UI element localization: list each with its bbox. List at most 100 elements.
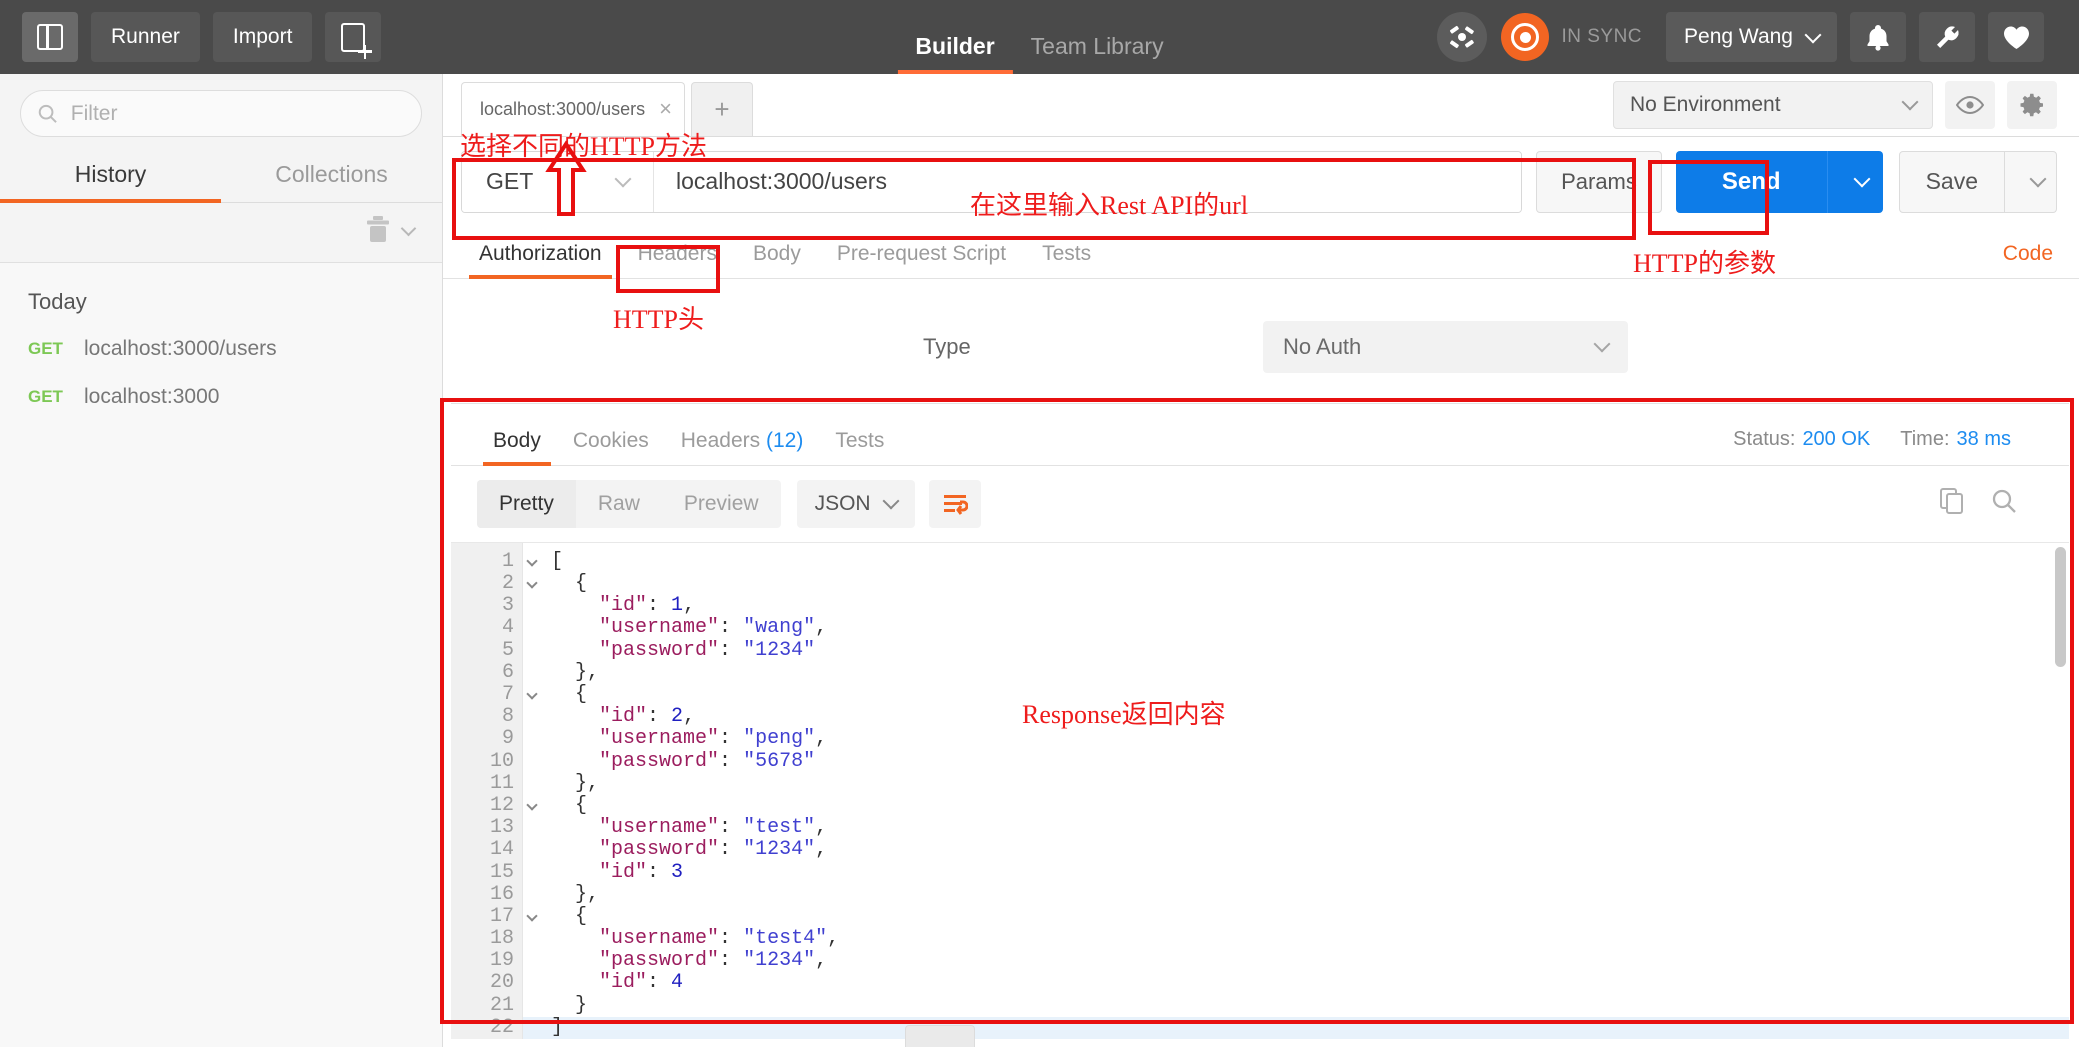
auth-type-value: No Auth [1283,333,1362,359]
scrollbar-thumb[interactable] [2055,546,2066,667]
tab-tests[interactable]: Tests [1024,242,1109,278]
line-number: 3 [501,594,514,618]
import-button[interactable]: Import [212,12,313,62]
response-code-lines: [ { "id": 1, "username": "wang", "passwo… [523,543,2069,1039]
close-icon[interactable]: × [645,96,672,122]
code-line: { [551,904,588,928]
code-line: "password": "1234", [599,949,828,973]
save-options-button[interactable] [2005,150,2057,213]
request-tab[interactable]: localhost:3000/users × [461,82,685,136]
code-line: [ [551,549,564,573]
satellite-icon[interactable] [1437,12,1488,62]
code-link[interactable]: Code [2003,242,2053,278]
copy-icon[interactable] [1939,487,1965,520]
sidebar-tabs: History Collections [0,149,442,203]
line-number: 9 [501,727,514,751]
trash-icon[interactable] [365,215,391,248]
code-line: "password": "1234" [599,638,816,662]
environment-select[interactable]: No Environment [1613,80,1933,129]
sidebar: History Collections Today GET localhost:… [0,74,443,1047]
line-number: 16 [489,882,514,906]
bottom-panel-tab[interactable] [905,1025,975,1047]
search-icon [38,104,57,123]
response-toolbar-right [1939,487,2043,520]
top-bar: Runner Import Builder Team Library IN SY… [0,0,2079,74]
list-item[interactable]: GET localhost:3000/users [0,325,442,373]
chevron-down-icon [882,492,900,510]
tab-headers[interactable]: Headers [620,242,735,278]
response-tab-tests[interactable]: Tests [819,429,900,465]
url-row: GET Params Send Save [443,137,2079,227]
search-icon[interactable] [1991,488,2017,519]
environment-area: No Environment [1591,74,2079,136]
history-day-label: Today [28,289,87,314]
auth-type-select[interactable]: No Auth [1263,320,1628,373]
chevron-down-icon[interactable] [400,220,417,237]
code-line: "id": 4 [599,971,684,995]
notifications-button[interactable] [1850,12,1906,62]
params-button[interactable]: Params [1536,150,1662,213]
workspace-tabs: Builder Team Library [897,0,1181,74]
code-line: { [551,572,588,596]
response-tab-body[interactable]: Body [477,429,557,466]
chevron-down-icon [1853,170,1871,188]
tab-team-library[interactable]: Team Library [1013,33,1182,74]
response-format-select[interactable]: JSON [796,479,915,528]
new-request-button[interactable] [325,12,382,62]
sidebar-tab-history[interactable]: History [0,149,221,203]
send-button[interactable]: Send [1675,150,1827,213]
history-method: GET [28,339,63,358]
filter-box[interactable] [20,90,422,137]
code-line: "id": 2, [599,705,696,729]
response-view-mode-group: Pretty Raw Preview [477,479,781,528]
sync-status-label: IN SYNC [1561,26,1643,47]
line-number: 15 [489,860,514,884]
environment-settings-button[interactable] [2007,80,2057,129]
settings-wrench-button[interactable] [1919,12,1975,62]
user-menu-button[interactable]: Peng Wang [1666,12,1837,62]
view-mode-preview[interactable]: Preview [662,480,781,528]
code-line: "username": "wang", [599,616,828,640]
response-tab-cookies[interactable]: Cookies [557,429,665,465]
line-number: 5 [501,638,514,662]
send-options-button[interactable] [1826,150,1883,213]
new-document-icon [341,22,373,59]
sidebar-toggle-button[interactable] [22,12,78,62]
response-tab-headers[interactable]: Headers (12) [665,429,820,465]
add-request-tab-button[interactable]: + [690,82,753,136]
runner-button[interactable]: Runner [91,12,200,62]
word-wrap-button[interactable] [928,479,981,528]
chevron-down-icon [614,170,632,188]
list-item[interactable]: GET localhost:3000 [0,373,442,421]
view-mode-pretty[interactable]: Pretty [477,479,576,528]
code-line: }, [551,882,600,906]
tab-body[interactable]: Body [735,242,819,278]
gear-icon [2020,93,2043,117]
save-button[interactable]: Save [1898,150,2005,213]
environment-quick-look-button[interactable] [1945,80,1995,129]
status-label: Status: [1733,427,1796,450]
url-input[interactable] [654,151,1522,212]
line-number: 1 [451,550,538,573]
status-badge: 200 OK [1802,427,1871,450]
chevron-down-icon [2029,170,2046,188]
eye-icon [1956,95,1984,114]
response-scrollbar[interactable] [2053,543,2067,1039]
view-mode-raw[interactable]: Raw [576,480,662,528]
response-body-viewer[interactable]: 1 2 3 4 5 6 7 8 9 10 11 12 13 14 15 16 17 18 19 20 21 22 [ { … [451,541,2069,1039]
tab-pre-request-script[interactable]: Pre-request Script [819,242,1024,278]
tab-authorization[interactable]: Authorization [461,242,620,279]
line-number: 11 [489,771,514,795]
line-number: 7 [451,683,538,706]
http-method-select[interactable]: GET [462,151,654,212]
tab-builder[interactable]: Builder [897,33,1013,74]
response-panel: Body Cookies Headers (12) Tests Status: … [451,402,2069,1039]
line-number: 2 [451,572,538,595]
favorites-heart-button[interactable] [1988,12,2044,62]
sidebar-tab-collections[interactable]: Collections [221,149,442,202]
chevron-down-icon [1901,93,1919,111]
filter-input[interactable] [70,101,405,126]
code-line: } [551,993,588,1017]
line-number: 10 [489,749,514,773]
environment-label: No Environment [1630,92,1781,116]
